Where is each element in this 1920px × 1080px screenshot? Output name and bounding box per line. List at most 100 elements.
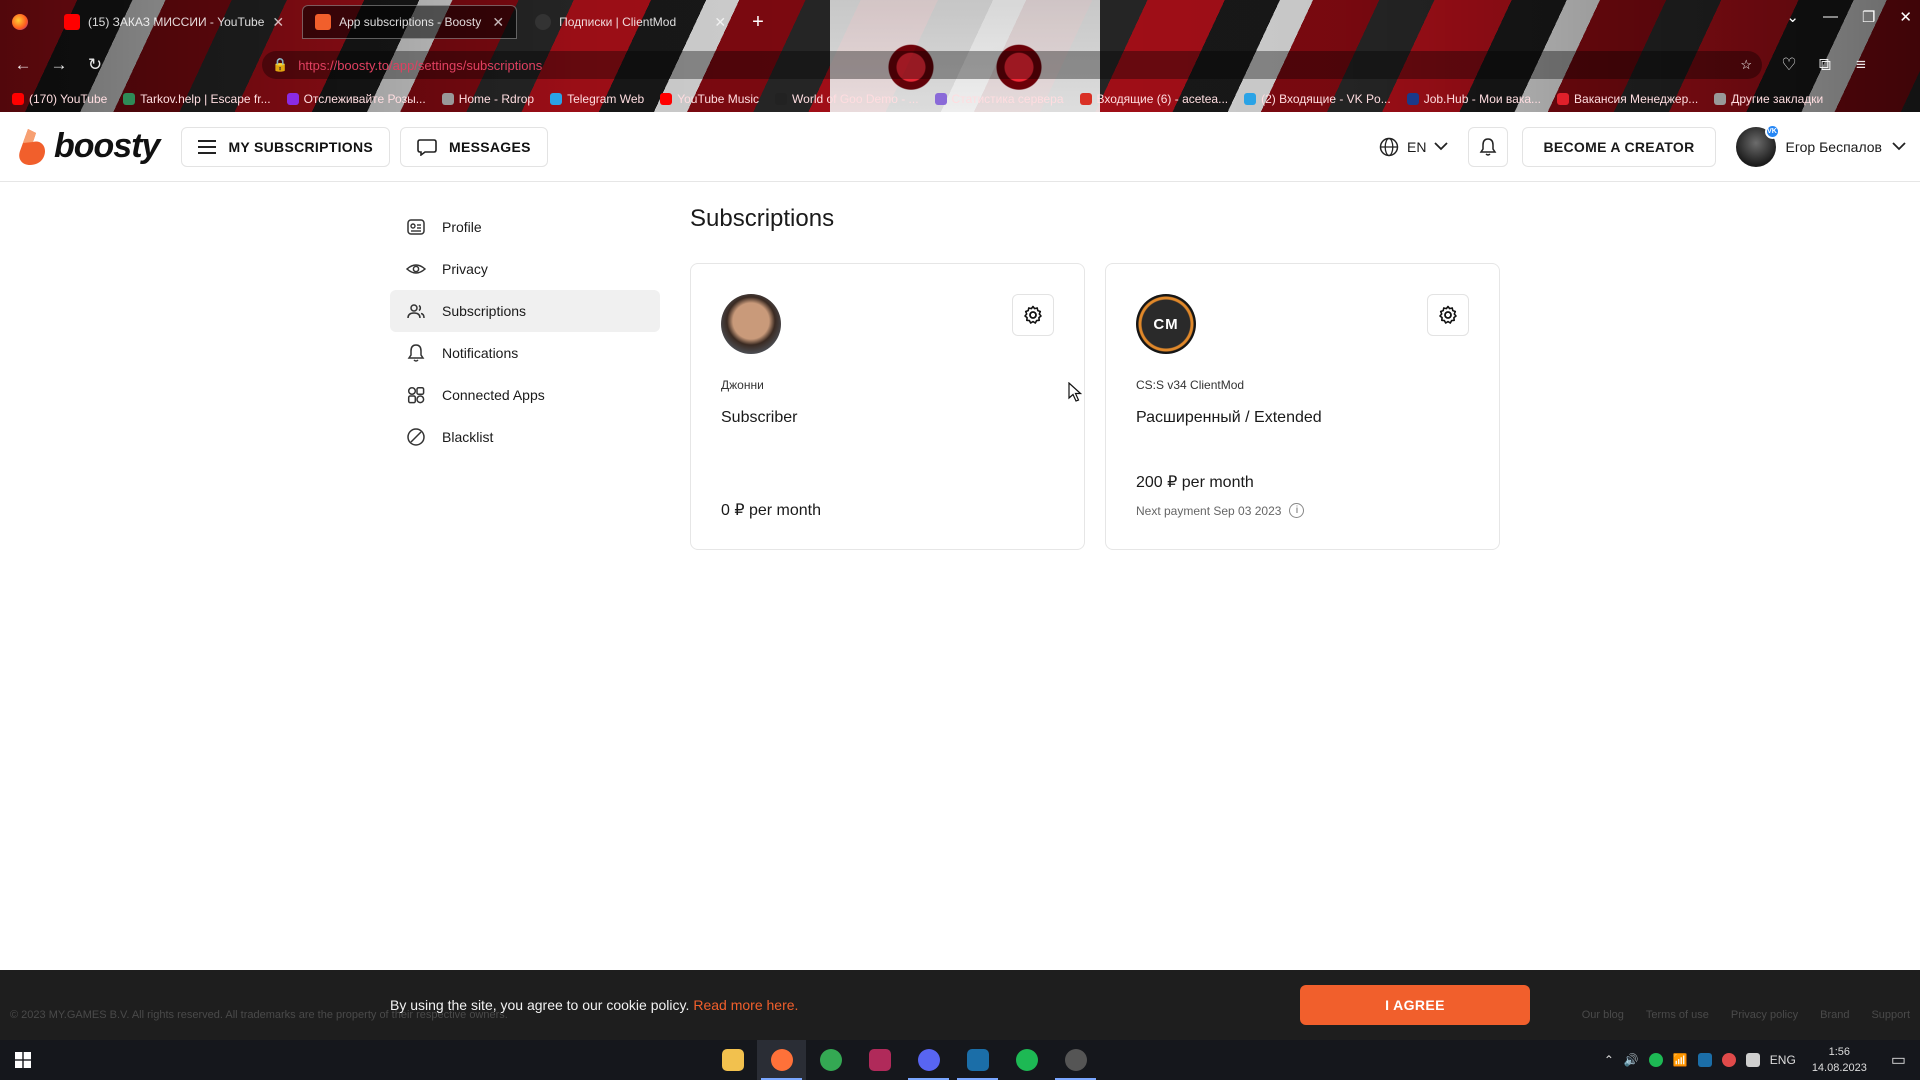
become-creator-button[interactable]: BECOME A CREATOR (1522, 126, 1716, 167)
tab-boosty[interactable]: App subscriptions - Boosty ✕ (302, 5, 518, 39)
sidebar-item-label: Profile (442, 219, 482, 235)
footer-link[interactable]: Terms of use (1646, 1009, 1709, 1021)
minimize-icon[interactable]: — (1823, 8, 1838, 26)
footer-link[interactable]: Our blog (1582, 1009, 1624, 1021)
tab-list-icon[interactable]: ⌄ (1786, 8, 1799, 26)
taskbar-app-clientmod[interactable] (1051, 1040, 1100, 1080)
sidebar-item-label: Privacy (442, 261, 488, 277)
back-icon[interactable]: ← (14, 55, 32, 75)
tab-close-icon[interactable]: ✕ (492, 14, 504, 31)
input-language[interactable]: ENG (1770, 1053, 1796, 1067)
start-button[interactable] (0, 1040, 46, 1080)
taskbar-app-chrome[interactable] (806, 1040, 855, 1080)
chevron-down-icon (1892, 142, 1906, 151)
globe-icon (1379, 137, 1399, 156)
new-tab-button[interactable]: + (744, 11, 772, 34)
site-header: boosty MY SUBSCRIPTIONS MESSAGES EN BECO… (0, 112, 1920, 182)
bookmark-item[interactable]: Tarkov.help | Escape fr... (123, 92, 271, 106)
bookmark-item[interactable]: World of Goo Demo - ... (775, 92, 919, 106)
bell-icon (407, 344, 425, 362)
bookmark-item[interactable]: YouTube Music (660, 92, 759, 106)
subscription-settings-button[interactable] (1012, 294, 1054, 336)
winrar-icon (868, 1049, 891, 1071)
my-subscriptions-button[interactable]: MY SUBSCRIPTIONS (181, 126, 391, 167)
creator-avatar[interactable] (721, 294, 781, 354)
address-bar[interactable]: 🔒 https://boosty.to/app/settings/subscri… (262, 51, 1762, 79)
tab-close-icon[interactable]: ✕ (272, 14, 284, 31)
sidebar-item-profile[interactable]: Profile (390, 206, 660, 248)
bookmark-label: Telegram Web (567, 92, 645, 106)
sidebar-item-label: Connected Apps (442, 387, 545, 403)
bookmark-item[interactable]: Статистика сервера (934, 92, 1064, 106)
bookmark-star-icon[interactable]: ☆ (1740, 57, 1752, 73)
bookmark-item[interactable]: Home - Rdrop (441, 92, 534, 106)
bookmark-favicon-icon (660, 93, 673, 105)
battery-icon[interactable] (1745, 1053, 1760, 1067)
reload-icon[interactable]: ↻ (86, 55, 104, 75)
subscription-settings-button[interactable] (1427, 294, 1469, 336)
notifications-button[interactable] (1468, 126, 1509, 167)
creator-name[interactable]: Джонни (721, 378, 764, 392)
user-menu[interactable]: VK Егор Беспалов (1735, 123, 1907, 167)
tray-overflow-icon[interactable]: ⌃ (1604, 1053, 1614, 1067)
volume-icon[interactable]: 🔊 (1624, 1053, 1639, 1067)
boosty-logo[interactable]: boosty (14, 127, 160, 167)
bookmark-item[interactable]: Telegram Web (550, 92, 644, 106)
language-selector[interactable]: EN (1373, 137, 1454, 157)
wifi-icon[interactable]: 📶 (1673, 1053, 1688, 1067)
messages-button[interactable]: MESSAGES (400, 126, 548, 167)
bookmark-item[interactable]: Вакансия Менеджер... (1557, 92, 1698, 106)
spotify-tray-icon[interactable] (1648, 1053, 1663, 1067)
footer-link[interactable]: Support (1871, 1009, 1910, 1021)
users-icon (407, 304, 425, 319)
forward-icon[interactable]: → (50, 55, 68, 75)
tab-title: Подписки | ClientMod (559, 15, 677, 29)
app-tray-icon[interactable] (1721, 1053, 1736, 1067)
taskbar-app-file-explorer[interactable] (708, 1040, 757, 1080)
sidebar-item-connected-apps[interactable]: Connected Apps (390, 374, 660, 416)
tier-price: 200 ₽ per month (1136, 474, 1254, 491)
spotify-icon (1015, 1049, 1038, 1071)
sidebar-item-privacy[interactable]: Privacy (390, 248, 660, 290)
bookmark-label: Статистика сервера (951, 92, 1064, 106)
firefox-icon[interactable] (12, 14, 28, 30)
clock-time: 1:56 (1828, 1046, 1851, 1058)
pocket-icon[interactable]: ♡ (1780, 55, 1798, 75)
bookmark-favicon-icon (1557, 93, 1570, 105)
menu-icon[interactable]: ≡ (1852, 55, 1870, 75)
cookie-banner-text: By using the site, you agree to our cook… (390, 997, 798, 1013)
close-window-icon[interactable]: ✕ (1899, 8, 1912, 26)
footer-link[interactable]: Brand (1820, 1009, 1849, 1021)
cookie-text: By using the site, you agree to our cook… (390, 997, 690, 1013)
bookmark-item[interactable]: (2) Входящие - VK Po... (1244, 92, 1391, 106)
block-icon (407, 428, 425, 446)
taskbar-app-spotify[interactable] (1002, 1040, 1051, 1080)
footer-link[interactable]: Privacy policy (1731, 1009, 1798, 1021)
extensions-icon[interactable]: ⧉ (1816, 55, 1834, 75)
taskbar-app-discord[interactable] (904, 1040, 953, 1080)
creator-name[interactable]: CS:S v34 ClientMod (1136, 378, 1244, 392)
clock[interactable]: 1:56 14.08.2023 (1812, 1044, 1867, 1076)
tab-clientmod[interactable]: Подписки | ClientMod ✕ (523, 5, 738, 39)
taskbar-app-steam[interactable] (953, 1040, 1002, 1080)
bookmark-item[interactable]: Входящие (6) - acetea... (1079, 92, 1228, 106)
maximize-icon[interactable]: ❐ (1862, 8, 1875, 26)
info-icon[interactable]: i (1289, 503, 1305, 518)
notification-center-icon[interactable]: ▭ (1891, 1050, 1906, 1070)
steam-tray-icon[interactable] (1697, 1053, 1712, 1067)
bookmark-item[interactable]: Job.Hub - Мои вака... (1406, 92, 1541, 106)
tab-youtube[interactable]: (15) ЗАКАЗ МИССИИ - YouTube ✕ (52, 5, 296, 39)
sidebar-item-subscriptions[interactable]: Subscriptions (390, 290, 660, 332)
cookie-agree-button[interactable]: I AGREE (1300, 985, 1530, 1025)
tab-close-icon[interactable]: ✕ (714, 14, 726, 31)
taskbar-app-firefox[interactable] (757, 1040, 806, 1080)
clientmod-favicon-icon (535, 14, 552, 30)
sidebar-item-notifications[interactable]: Notifications (390, 332, 660, 374)
taskbar-app-winrar[interactable] (855, 1040, 904, 1080)
creator-avatar[interactable]: CM (1136, 294, 1196, 354)
bookmark-item[interactable]: Отслеживайте Розы... (286, 92, 426, 106)
bookmark-item[interactable]: (170) YouTube (12, 92, 107, 106)
cookie-read-more-link[interactable]: Read more here. (693, 997, 798, 1013)
sidebar-item-blacklist[interactable]: Blacklist (390, 416, 660, 458)
bookmark-item[interactable]: Другие закладки (1714, 92, 1823, 106)
